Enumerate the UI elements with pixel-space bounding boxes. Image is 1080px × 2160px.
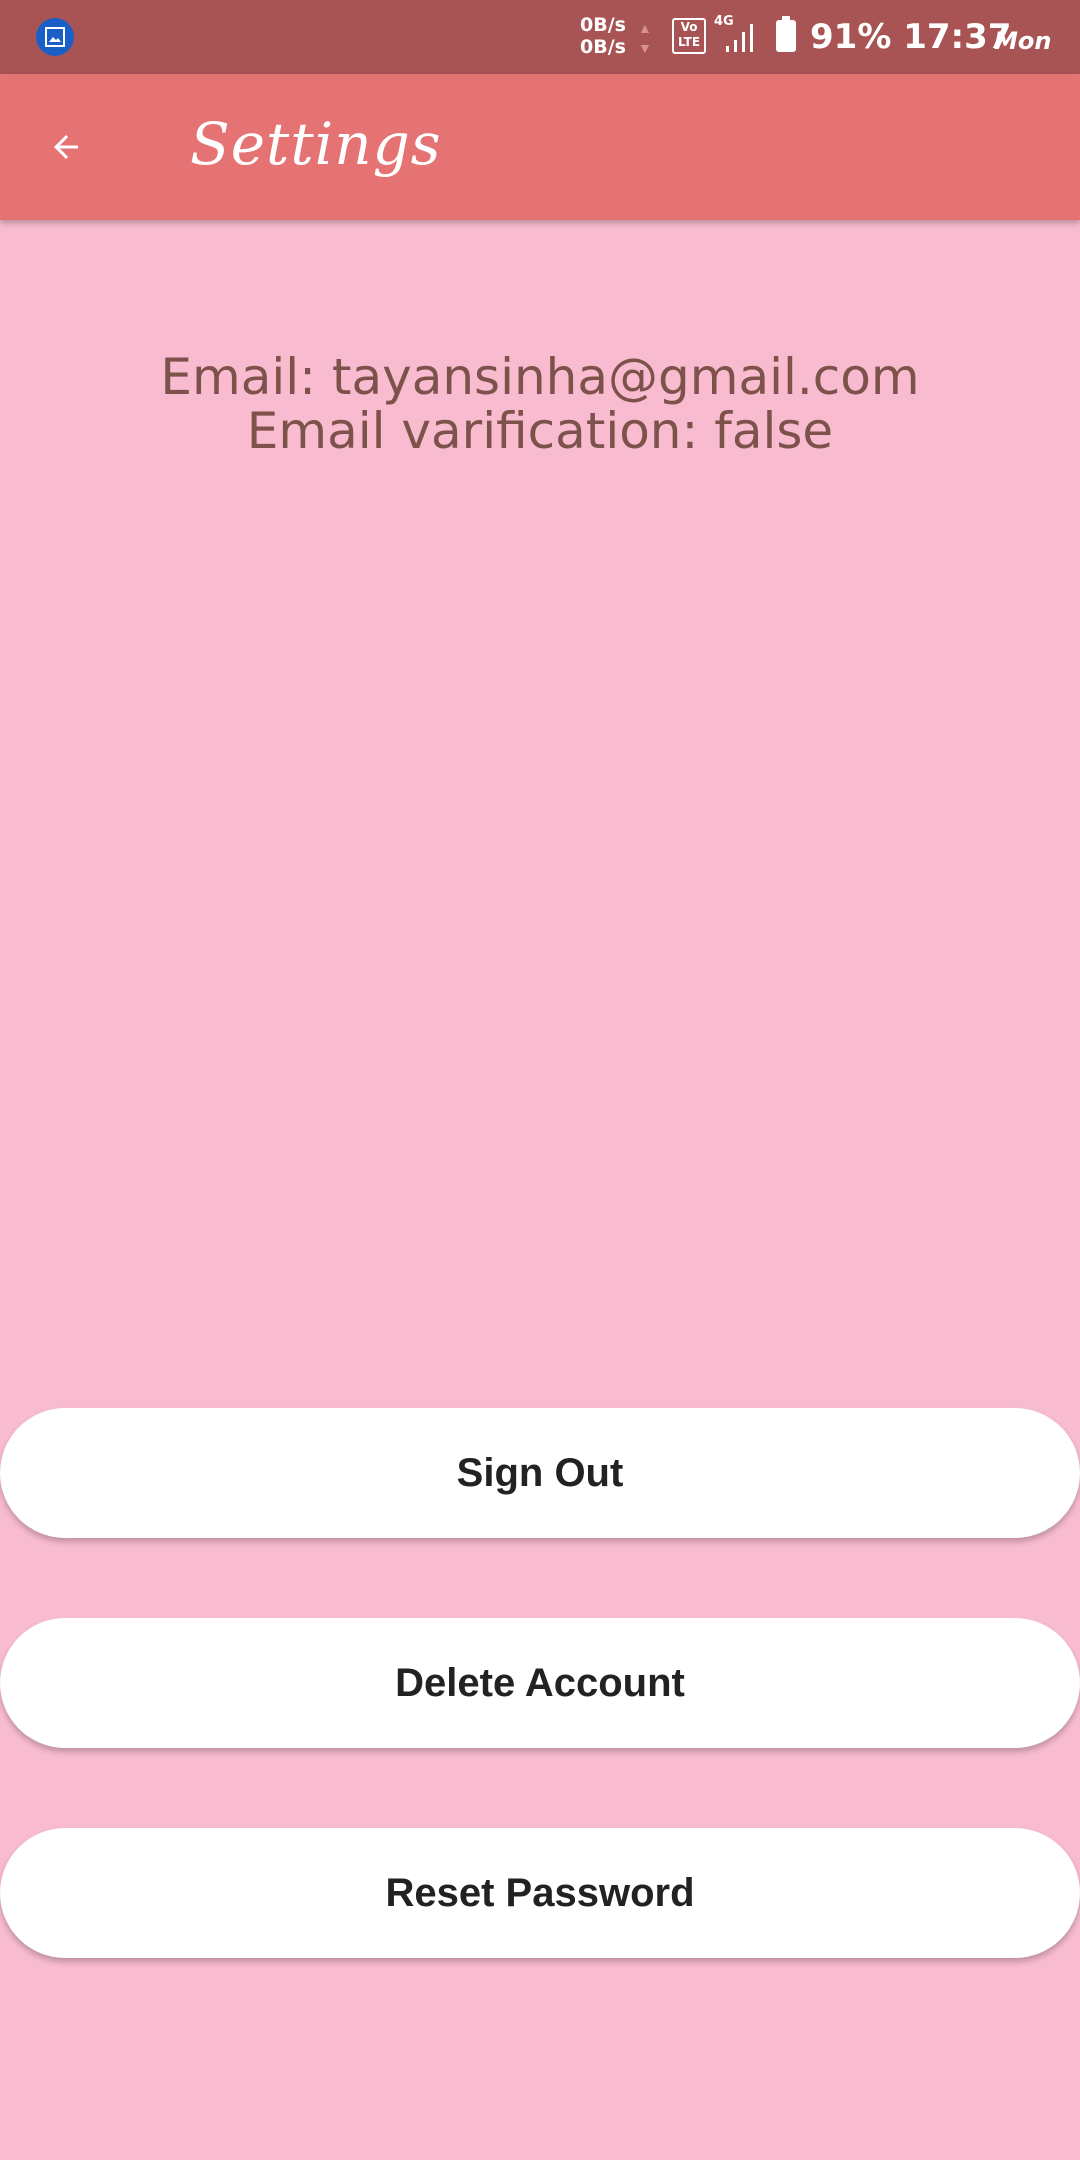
delete-account-button[interactable]: Delete Account: [0, 1618, 1080, 1748]
volte-icon: Vo LTE: [672, 18, 706, 54]
page-title: Settings: [190, 110, 442, 178]
account-info: Email: tayansinha@gmail.com Email varifi…: [0, 350, 1080, 458]
net-arrows-icon: ▲ ▼: [638, 20, 652, 56]
net-speed-up: 0B/s: [580, 14, 626, 36]
email-text: Email: tayansinha@gmail.com: [160, 348, 920, 406]
sign-out-button[interactable]: Sign Out: [0, 1408, 1080, 1538]
app-bar: Settings: [0, 74, 1080, 220]
email-verification-text: Email varification: false: [246, 402, 834, 460]
volte-label-bottom: LTE: [677, 35, 701, 49]
day-label: Mon: [994, 27, 1052, 55]
gallery-notification-icon: [36, 18, 74, 56]
net-speed-down: 0B/s: [580, 36, 626, 58]
status-bar: 0B/s 0B/s ▲ ▼ Vo LTE 4G 91% 17:37 Mon: [0, 0, 1080, 74]
arrow-back-icon: [54, 135, 78, 159]
volte-label-top: Vo: [680, 20, 698, 34]
signal-icon: [726, 24, 753, 52]
back-button[interactable]: [34, 115, 98, 179]
battery-icon: [776, 16, 796, 52]
network-speed: 0B/s 0B/s: [580, 14, 626, 58]
reset-password-button[interactable]: Reset Password: [0, 1828, 1080, 1958]
battery-level: 91%: [810, 17, 892, 57]
status-text: 91% 17:37: [810, 12, 1011, 62]
